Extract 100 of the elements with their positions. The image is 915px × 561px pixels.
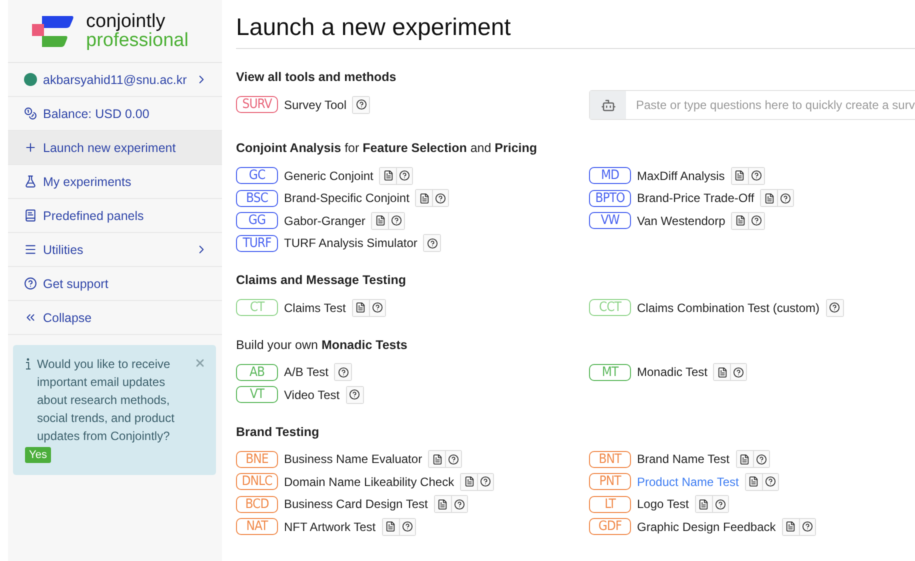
- help-button[interactable]: [432, 190, 448, 206]
- section-heading: Conjoint Analysis for Feature Selection and Pricing: [236, 141, 538, 155]
- help-button[interactable]: [712, 496, 728, 512]
- guide-button[interactable]: [380, 168, 396, 184]
- method-link[interactable]: NFT Artwork Test: [284, 520, 376, 534]
- help-button[interactable]: [752, 451, 768, 468]
- guide-button[interactable]: [732, 212, 748, 229]
- method-tag: PNT: [589, 473, 631, 490]
- help-button[interactable]: [730, 364, 746, 380]
- nav-item[interactable]: Get support: [8, 267, 222, 301]
- method-link[interactable]: Business Name Evaluator: [284, 452, 422, 466]
- help-button[interactable]: [777, 190, 794, 206]
- help-button[interactable]: [762, 474, 778, 490]
- help-icon: [764, 476, 776, 488]
- method-tag: MD: [589, 167, 631, 184]
- double-chevron-icon: [24, 311, 37, 324]
- document-icon: [739, 454, 750, 465]
- method-link[interactable]: Brand Name Test: [637, 452, 730, 466]
- help-button[interactable]: [396, 168, 412, 184]
- method-link[interactable]: Video Test: [284, 388, 340, 402]
- method-link[interactable]: A/B Test: [284, 365, 328, 380]
- method-tag: LT: [589, 496, 631, 513]
- document-icon: [748, 476, 760, 488]
- help-icon: [399, 170, 410, 182]
- method-link[interactable]: TURF Analysis Simulator: [284, 236, 418, 250]
- page-title: Launch a new experiment: [236, 14, 915, 49]
- nav-item[interactable]: My experiments: [8, 165, 222, 199]
- help-icon: [448, 454, 460, 465]
- guide-button[interactable]: [714, 364, 730, 380]
- help-button[interactable]: [748, 168, 764, 184]
- nav-item[interactable]: Predefined panels: [8, 199, 222, 233]
- section-heading: Claims and Message Testing: [236, 273, 407, 287]
- method-link[interactable]: Brand-Specific Conjoint: [284, 191, 410, 206]
- help-button[interactable]: [388, 212, 404, 229]
- method-link[interactable]: Business Card Design Test: [284, 497, 428, 512]
- method-link[interactable]: Domain Name Likeability Check: [284, 474, 454, 489]
- method-link[interactable]: Claims Combination Test (custom): [637, 300, 820, 315]
- method-link[interactable]: Van Westendorp: [637, 214, 726, 228]
- help-button[interactable]: [748, 212, 764, 229]
- section-heading: Brand Testing: [236, 424, 320, 438]
- guide-button[interactable]: [782, 518, 799, 535]
- document-icon: [355, 302, 366, 314]
- help-icon: [435, 192, 446, 204]
- guide-button[interactable]: [429, 451, 446, 468]
- method-tag: BPTO: [589, 190, 631, 207]
- document-icon: [385, 521, 396, 532]
- nav-item[interactable]: Utilities: [8, 233, 222, 267]
- method-link[interactable]: Logo Test: [637, 497, 689, 512]
- help-button[interactable]: [477, 474, 494, 490]
- method-link[interactable]: MaxDiff Analysis: [637, 168, 725, 183]
- method-link[interactable]: Generic Conjoint: [284, 168, 374, 183]
- method-link[interactable]: Product Name Test: [637, 474, 739, 489]
- method-tag: BSC: [236, 190, 278, 207]
- help-button[interactable]: [798, 518, 815, 535]
- method-link[interactable]: Monadic Test: [637, 365, 708, 380]
- help-button[interactable]: [450, 496, 467, 512]
- method-tag: AB: [236, 364, 278, 381]
- guide-button[interactable]: [434, 496, 451, 512]
- guide-button[interactable]: [416, 190, 432, 206]
- ai-question-field[interactable]: Paste or type questions here to quickly create a surv: [589, 90, 915, 120]
- method-tag: BCD: [236, 496, 278, 513]
- section-heading: Build your own Monadic Tests: [236, 338, 408, 352]
- nav-item[interactable]: Collapse: [8, 301, 222, 335]
- info-icon: [25, 358, 31, 370]
- help-icon: [802, 521, 813, 532]
- help-button[interactable]: [445, 451, 462, 468]
- method-link[interactable]: Gabor-Granger: [284, 214, 366, 228]
- nav-item[interactable]: Launch new experiment: [8, 131, 222, 165]
- method-link[interactable]: Graphic Design Feedback: [637, 520, 776, 534]
- method-tag: BNT: [589, 450, 631, 468]
- notice-text: Would you like to receive important email updates about research methods, social trends, and product updates from Conjointly?: [37, 356, 176, 445]
- guide-button[interactable]: [372, 212, 388, 229]
- guide-button[interactable]: [732, 168, 748, 184]
- help-icon: [372, 302, 383, 314]
- method-tag: SURV: [236, 96, 278, 114]
- edition-name: professional: [86, 31, 188, 50]
- guide-button[interactable]: [696, 496, 712, 512]
- help-icon: [454, 498, 465, 510]
- guide-button[interactable]: [746, 474, 762, 490]
- help-icon: [391, 215, 402, 226]
- guide-button[interactable]: [352, 300, 369, 316]
- help-icon: [426, 238, 438, 249]
- document-icon: [698, 498, 710, 510]
- help-button[interactable]: [368, 300, 385, 316]
- method-link[interactable]: Brand-Price Trade-Off: [637, 191, 754, 206]
- nav-item[interactable]: akbarsyahid11@snu.ac.kr: [8, 63, 222, 97]
- help-button[interactable]: [398, 518, 415, 535]
- method-link[interactable]: Survey Tool: [284, 98, 346, 112]
- method-tag: GC: [236, 167, 278, 184]
- guide-button[interactable]: [461, 474, 478, 490]
- brand-name: conjointly: [86, 12, 166, 31]
- help-icon: [356, 99, 367, 110]
- document-icon: [418, 192, 430, 204]
- guide-button[interactable]: [761, 190, 778, 206]
- document-icon: [437, 498, 448, 510]
- method-tag: CT: [236, 299, 278, 316]
- method-link[interactable]: Claims Test: [284, 300, 346, 315]
- guide-button[interactable]: [736, 451, 752, 468]
- guide-button[interactable]: [382, 518, 399, 535]
- help-icon: [24, 277, 37, 290]
